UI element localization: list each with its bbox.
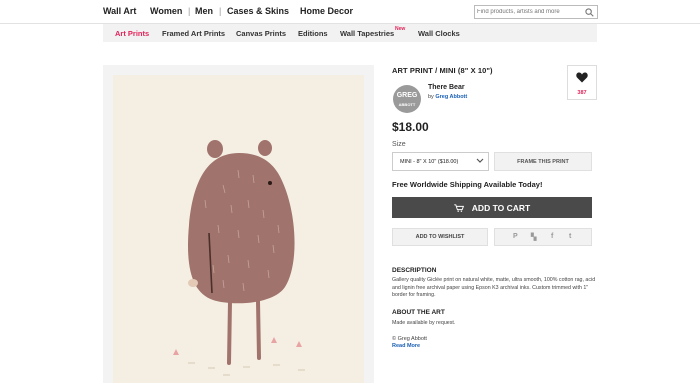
- new-badge: New: [395, 26, 406, 32]
- artwork-image[interactable]: [113, 75, 364, 383]
- shipping-notice: Free Worldwide Shipping Available Today!: [392, 180, 543, 189]
- description-title: DESCRIPTION: [392, 267, 437, 274]
- nav-wall-art[interactable]: Wall Art: [103, 6, 136, 16]
- price: $18.00: [392, 120, 429, 134]
- size-select[interactable]: MINI - 8" X 10" ($18.00): [392, 152, 489, 171]
- size-selected-value: MINI - 8" X 10" ($18.00): [400, 159, 459, 165]
- top-navigation: Wall Art Women | Men | Cases & Skins Hom…: [0, 0, 700, 24]
- search-input[interactable]: [477, 7, 581, 17]
- product-image-panel: [103, 65, 374, 383]
- add-to-cart-button[interactable]: ADD TO CART: [392, 197, 592, 218]
- copyright: © Greg Abbott: [392, 336, 427, 342]
- nav-men[interactable]: Men: [195, 6, 213, 16]
- avatar-name-line2: ABBOTT: [398, 102, 416, 107]
- tumblr-icon[interactable]: ▚: [531, 233, 536, 241]
- description-text: Gallery quality Giclée print on natural …: [392, 277, 596, 298]
- about-text: Made available by request.: [392, 320, 456, 326]
- pinterest-icon[interactable]: P: [513, 233, 518, 240]
- twitter-icon[interactable]: t: [569, 233, 571, 240]
- nav-women[interactable]: Women: [150, 6, 182, 16]
- chevron-down-icon: [476, 158, 484, 163]
- artist-link[interactable]: Greg Abbott: [435, 94, 467, 100]
- search-icon[interactable]: [585, 8, 594, 17]
- nav-cases-skins[interactable]: Cases & Skins: [227, 6, 289, 16]
- nav-separator: |: [188, 6, 191, 16]
- nav-home-decor[interactable]: Home Decor: [300, 6, 353, 16]
- subnav-wall-clocks[interactable]: Wall Clocks: [418, 29, 460, 38]
- facebook-icon[interactable]: f: [551, 233, 553, 240]
- byline: by Greg Abbott: [428, 94, 467, 100]
- favorite-button[interactable]: 387: [567, 65, 597, 100]
- search-box[interactable]: [474, 5, 598, 19]
- bear-illustration: [173, 140, 305, 376]
- add-to-wishlist-button[interactable]: ADD TO WISHLIST: [392, 228, 488, 246]
- subnav-wall-tapestries[interactable]: Wall Tapestries: [340, 29, 394, 38]
- subnav-editions[interactable]: Editions: [298, 29, 328, 38]
- by-prefix: by: [428, 94, 434, 100]
- read-more-link[interactable]: Read More: [392, 343, 420, 349]
- artist-avatar[interactable]: GREG ABBOTT: [393, 85, 421, 113]
- product-type-title: ART PRINT / MINI (8" X 10"): [392, 66, 493, 75]
- share-bar: P ▚ f t: [494, 228, 592, 246]
- work-title: There Bear: [428, 84, 465, 91]
- favorites-count: 387: [577, 90, 587, 96]
- subnav-framed-art-prints[interactable]: Framed Art Prints: [162, 29, 225, 38]
- cart-icon: [453, 204, 464, 212]
- category-subnav: Art Prints Framed Art Prints Canvas Prin…: [103, 24, 597, 42]
- add-to-cart-label: ADD TO CART: [471, 203, 531, 213]
- frame-this-print-button[interactable]: FRAME THIS PRINT: [494, 152, 592, 171]
- subnav-canvas-prints[interactable]: Canvas Prints: [236, 29, 286, 38]
- nav-separator: |: [219, 6, 222, 16]
- about-title: ABOUT THE ART: [392, 309, 445, 316]
- subnav-art-prints[interactable]: Art Prints: [115, 29, 149, 38]
- heart-icon: [576, 72, 588, 83]
- avatar-name-line1: GREG: [396, 92, 418, 99]
- size-label: Size: [392, 141, 406, 148]
